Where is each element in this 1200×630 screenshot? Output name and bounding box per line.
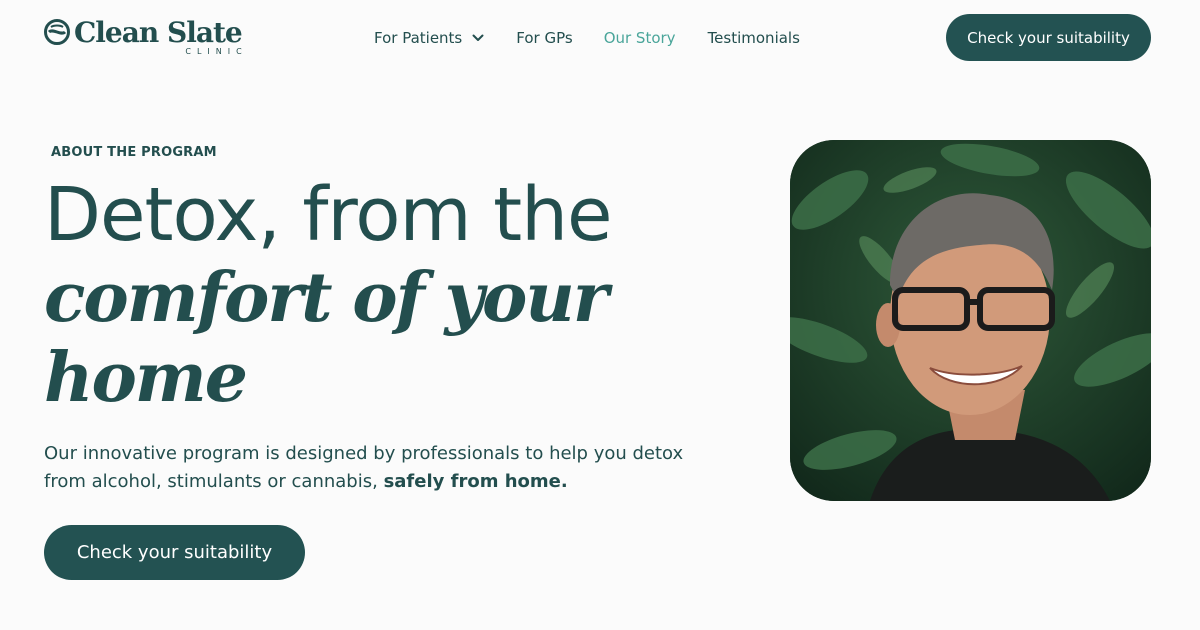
headline-line-1: Detox, from the	[44, 172, 613, 258]
nav-item-label: Testimonials	[707, 29, 800, 47]
description-emphasis: safely from home.	[383, 471, 568, 492]
nav-item-our-story[interactable]: Our Story	[604, 27, 676, 49]
clean-slate-logo-icon	[44, 19, 70, 45]
headline-line-3: home	[44, 338, 248, 418]
description-text: Our innovative program is designed by pr…	[44, 443, 684, 492]
nav-item-for-gps[interactable]: For GPs	[516, 27, 572, 49]
nav-item-for-patients[interactable]: For Patients	[374, 27, 484, 49]
hero-description: Our innovative program is designed by pr…	[44, 440, 724, 496]
brand-logo[interactable]: Clean Slate CLINIC	[44, 16, 243, 56]
section-eyebrow: ABOUT THE PROGRAM	[51, 145, 217, 160]
portrait-illustration	[790, 140, 1151, 501]
main-nav: For Patients For GPs Our Story Testimoni…	[374, 27, 800, 49]
hero-headline: Detox, from the comfort of your home	[44, 172, 684, 418]
brand-name: Clean Slate	[74, 16, 243, 49]
nav-item-label: For Patients	[374, 29, 463, 47]
header-check-suitability-button[interactable]: Check your suitability	[946, 14, 1151, 61]
hero-check-suitability-button[interactable]: Check your suitability	[44, 525, 305, 580]
brand-subtitle: CLINIC	[185, 47, 248, 56]
nav-item-label: Our Story	[603, 29, 676, 47]
headline-line-2: comfort of your	[44, 258, 609, 338]
nav-item-label: For GPs	[516, 29, 573, 47]
chevron-down-icon	[472, 34, 484, 41]
portrait-photo	[790, 140, 1151, 501]
nav-item-testimonials[interactable]: Testimonials	[708, 27, 800, 49]
